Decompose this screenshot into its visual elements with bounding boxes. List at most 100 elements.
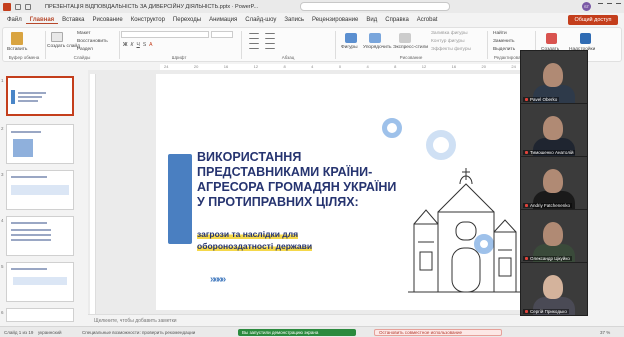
ribbon-divider — [487, 31, 488, 59]
tab-draw[interactable]: Рисование — [88, 17, 126, 23]
accessibility-checker[interactable]: Специальные возможности: проверить реком… — [82, 330, 195, 335]
font-format-row: Ж К Ч S A — [123, 42, 153, 48]
font-family-select[interactable] — [121, 31, 209, 38]
shapes-button[interactable]: Фигуры — [341, 45, 358, 50]
slide-thumbnail-2[interactable] — [6, 124, 74, 164]
tab-acrobat[interactable]: Acrobat — [413, 17, 442, 23]
replace-button[interactable]: Заменить — [493, 39, 515, 44]
tab-file[interactable]: Файл — [3, 17, 26, 23]
tab-animations[interactable]: Анимация — [205, 17, 241, 23]
participant-name: Pavel Oberko — [523, 97, 560, 102]
participant-name: Тимошенко Анатолій — [523, 150, 576, 155]
ribbon-divider — [45, 31, 46, 59]
reset-button[interactable]: Восстановить — [77, 39, 108, 44]
numbering-icon[interactable] — [265, 33, 275, 39]
addins-icon[interactable] — [580, 33, 591, 44]
tab-transitions[interactable]: Переходы — [169, 17, 205, 23]
tab-design[interactable]: Конструктор — [127, 17, 169, 23]
maximize-icon[interactable] — [607, 3, 612, 8]
decor-circle — [382, 118, 402, 138]
section-button[interactable]: Раздел — [77, 47, 93, 52]
thumbnail-number: 4 — [1, 218, 4, 223]
bullets-icon[interactable] — [249, 33, 259, 39]
user-avatar[interactable]: ST — [582, 2, 591, 11]
font-group-label: Шрифт — [171, 55, 187, 60]
select-button[interactable]: Выделить — [493, 47, 515, 52]
participant-tile[interactable]: Pavel Oberko — [521, 51, 587, 103]
slide-thumbnail-6[interactable] — [6, 308, 74, 322]
accent-bar — [168, 154, 192, 244]
create-pdf-icon[interactable] — [546, 33, 557, 44]
shape-effects-button[interactable]: Эффекты фигуры — [431, 47, 471, 52]
align-center-icon[interactable] — [265, 43, 275, 49]
tab-home[interactable]: Главная — [25, 17, 59, 24]
slide-title[interactable]: ВИКОРИСТАННЯ ПРЕДСТАВНИКАМИ КРАЇНИ-АГРЕС… — [197, 150, 397, 210]
ribbon-tabs: Файл Главная Вставка Рисование Конструкт… — [0, 13, 624, 27]
tab-view[interactable]: Вид — [362, 17, 381, 23]
slide-subtitle[interactable]: загрози та наслідки для обороноздатності… — [197, 228, 367, 252]
tab-slideshow[interactable]: Слайд-шоу — [241, 17, 280, 23]
tab-insert[interactable]: Вставка — [58, 17, 88, 23]
align-left-icon[interactable] — [249, 43, 259, 49]
underline-icon[interactable]: Ч — [136, 42, 139, 48]
notes-placeholder: Щелкните, чтобы добавить заметки — [94, 318, 177, 324]
arrange-button[interactable]: Упорядочить — [363, 45, 392, 50]
zoom-level[interactable]: 37 % — [600, 330, 610, 335]
participant-face — [543, 169, 563, 193]
slide-thumbnail-5[interactable] — [6, 262, 74, 302]
search-box[interactable] — [300, 2, 450, 11]
slide-canvas[interactable]: ВИКОРИСТАННЯ ПРЕДСТАВНИКАМИ КРАЇНИ-АГРЕС… — [156, 74, 520, 310]
minimize-icon[interactable] — [598, 3, 603, 8]
tab-record[interactable]: Запись — [280, 17, 308, 23]
window-title: ПРЕЗЕНТАЦІЯ ВІДПОВІДАЛЬНІСТЬ ЗА ДИВЕРСІЙ… — [45, 3, 259, 10]
autosave-icon[interactable] — [15, 3, 21, 10]
stop-sharing-button[interactable]: Остановить совместное использование — [374, 329, 502, 336]
participant-face — [543, 275, 563, 299]
slide-thumbnail-1[interactable] — [6, 76, 74, 116]
paste-button[interactable]: Вставить — [7, 47, 27, 52]
share-button[interactable]: Общий доступ — [568, 15, 618, 25]
language-indicator[interactable]: украинский — [38, 330, 61, 335]
screen-share-banner: Вы запустили демонстрацию экрана — [238, 329, 356, 336]
tab-review[interactable]: Рецензирование — [308, 17, 362, 23]
participant-tile[interactable]: Andriy Fatchenenko — [521, 157, 587, 209]
participant-tile[interactable]: Тимошенко Анатолій — [521, 104, 587, 156]
participant-tile[interactable]: Сергій Прикодько — [521, 263, 587, 315]
thumbnail-line — [11, 131, 41, 133]
quick-styles-button[interactable]: Экспресс-стили — [393, 45, 428, 50]
font-size-select[interactable] — [211, 31, 233, 38]
thumbnail-number: 3 — [1, 172, 4, 177]
italic-icon[interactable]: К — [131, 42, 134, 48]
new-slide-button[interactable]: Создать слайд — [47, 44, 80, 49]
quick-styles-icon[interactable] — [399, 33, 411, 43]
tab-help[interactable]: Справка — [381, 17, 413, 23]
participant-tile[interactable]: Олександр Цікуйко — [521, 210, 587, 262]
strikethrough-icon[interactable]: S — [143, 42, 146, 48]
slide-thumbnail-4[interactable] — [6, 216, 74, 256]
mic-muted-icon — [525, 151, 528, 154]
paste-icon[interactable] — [11, 32, 23, 45]
status-bar: Слайд 1 из 19 украинский Специальные воз… — [0, 326, 624, 337]
participant-face — [543, 63, 563, 87]
mic-muted-icon — [525, 257, 528, 260]
close-icon[interactable] — [616, 3, 621, 8]
thumbnail-line — [11, 234, 51, 236]
stop-sharing-text: Остановить совместное использование — [379, 330, 463, 335]
find-button[interactable]: Найти — [493, 31, 507, 36]
shape-fill-button[interactable]: Заливка фигуры — [431, 31, 468, 36]
layout-button[interactable]: Макет — [77, 31, 91, 36]
save-icon[interactable] — [25, 3, 31, 10]
font-color-icon[interactable]: A — [149, 42, 152, 48]
ribbon-divider — [241, 31, 242, 59]
new-slide-icon[interactable] — [51, 32, 63, 42]
participant-face — [543, 222, 563, 246]
notes-pane[interactable]: Щелкните, чтобы добавить заметки — [88, 314, 520, 326]
participant-name-text: Тимошенко Анатолій — [530, 150, 574, 155]
shape-outline-button[interactable]: Контур фигуры — [431, 39, 465, 44]
shapes-icon[interactable] — [345, 33, 357, 43]
bold-icon[interactable]: Ж — [123, 42, 128, 48]
slide-thumbnail-3[interactable] — [6, 170, 74, 210]
arrange-icon[interactable] — [369, 33, 381, 43]
thumbnail-line — [11, 239, 51, 241]
participant-name-text: Олександр Цікуйко — [530, 256, 570, 261]
